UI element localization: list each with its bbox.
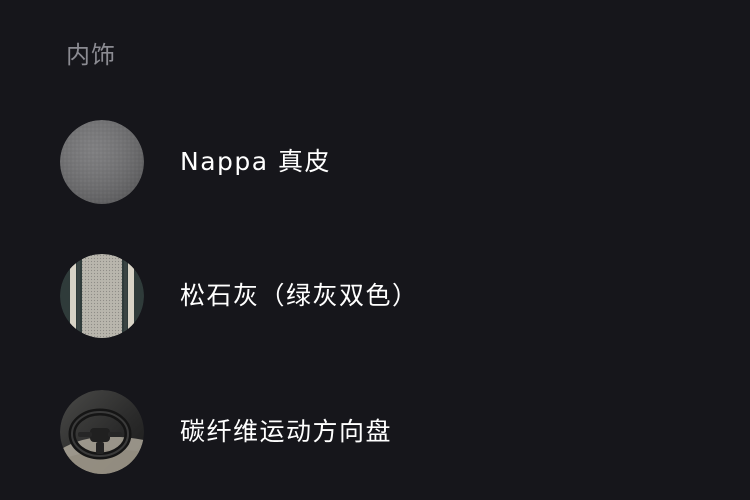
steering-wheel-icon	[60, 390, 144, 474]
option-nappa-leather[interactable]: Nappa 真皮	[60, 120, 700, 204]
option-label: 碳纤维运动方向盘	[180, 417, 393, 446]
option-carbon-steering-wheel[interactable]: 碳纤维运动方向盘	[60, 390, 700, 474]
section-title: 内饰	[66, 41, 116, 69]
gray-leather-swatch-icon	[60, 120, 144, 204]
option-turquoise-gray[interactable]: 松石灰（绿灰双色）	[60, 254, 700, 338]
green-gray-striped-leather-icon	[60, 254, 144, 338]
option-label: Nappa 真皮	[180, 147, 332, 176]
option-label: 松石灰（绿灰双色）	[180, 281, 419, 310]
